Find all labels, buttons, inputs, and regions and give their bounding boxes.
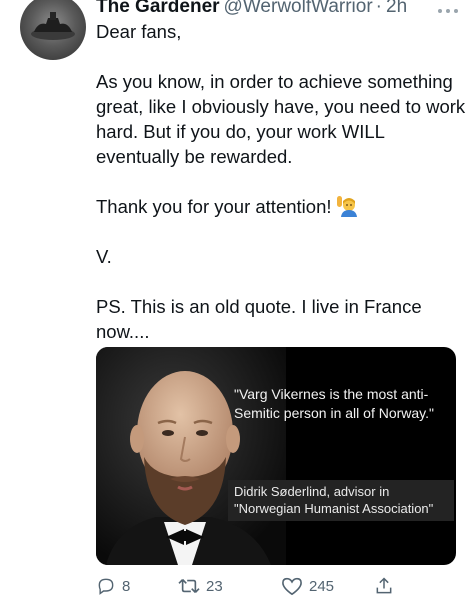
tweet-header: The Gardener @WerwolfWarrior · 2h: [96, 0, 407, 20]
image-attribution: Didrik Søderlind, advisor in "Norwegian …: [228, 480, 454, 521]
display-name[interactable]: The Gardener: [96, 0, 220, 18]
image-quote: "Varg Vikernes is the most anti-Semitic …: [234, 386, 435, 421]
thanks-text: Thank you for your attention!: [96, 196, 332, 217]
separator-dot: ·: [375, 0, 382, 17]
reply-count: 8: [122, 577, 131, 595]
user-handle[interactable]: @WerwolfWarrior: [224, 0, 373, 18]
retweet-icon: [178, 579, 200, 593]
share-button[interactable]: [374, 574, 394, 598]
signoff-line: V.: [96, 246, 112, 267]
like-count: 245: [309, 577, 335, 595]
avatar[interactable]: [20, 0, 86, 60]
portrait-photo: [96, 347, 286, 565]
paragraph-text: As you know, in order to achieve somethi…: [96, 71, 466, 167]
person-raising-hand-icon: [336, 196, 357, 217]
tweet-actions: 8 23 245: [96, 574, 466, 598]
retweet-button[interactable]: 23: [178, 574, 223, 598]
avatar-image: [31, 12, 75, 40]
ps-line: PS. This is an old quote. I live in Fran…: [96, 296, 422, 342]
tweet-image[interactable]: "Varg Vikernes is the most anti-Semitic …: [96, 347, 456, 565]
like-button[interactable]: 245: [281, 574, 334, 598]
reply-icon: [98, 578, 114, 595]
more-options-icon[interactable]: [436, 0, 460, 13]
tweet-text: Dear fans, As you know, in order to achi…: [96, 19, 466, 344]
retweet-count: 23: [206, 577, 223, 595]
thanks-line: Thank you for your attention!: [96, 194, 466, 219]
tweet[interactable]: The Gardener @WerwolfWarrior · 2h Dear f…: [0, 0, 476, 613]
greeting-line: Dear fans,: [96, 21, 182, 42]
timestamp[interactable]: 2h: [386, 0, 407, 18]
share-icon: [376, 577, 392, 594]
reply-button[interactable]: 8: [96, 574, 130, 598]
heart-icon: [282, 577, 302, 596]
